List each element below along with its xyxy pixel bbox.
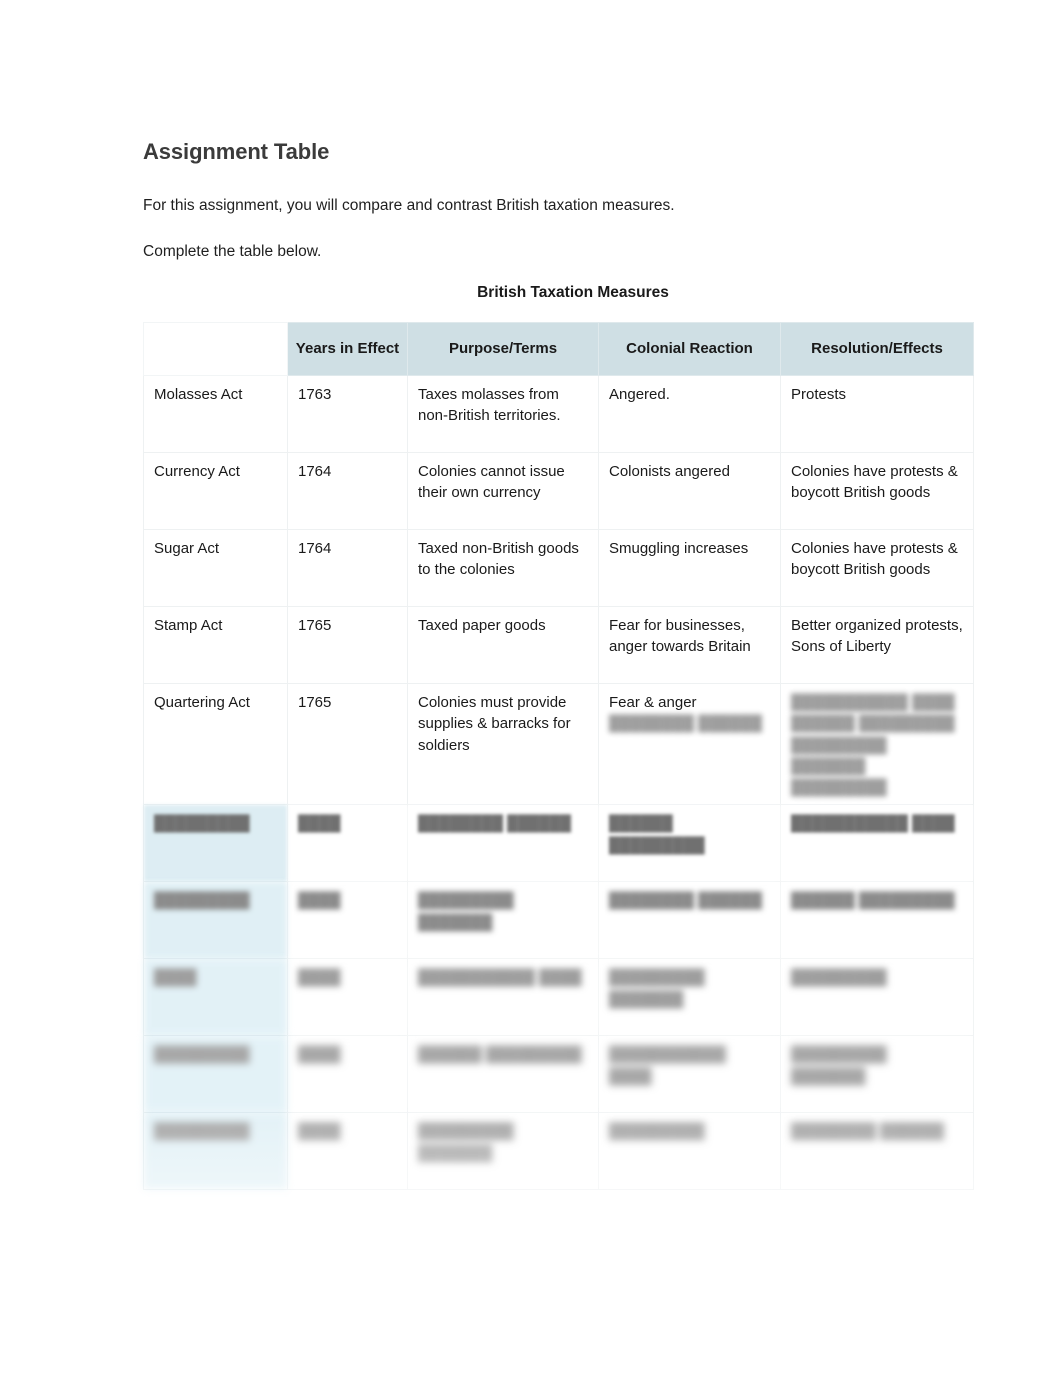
cell-years-obscured: ████ [287,804,408,883]
row-label-sugar-act: Sugar Act [143,529,288,607]
cell-purpose-obscured: ███████████ ████ [407,958,599,1037]
cell-reaction-obscured: ███████████ ████ [598,1035,781,1114]
document-body: Assignment Table For this assignment, yo… [143,139,973,316]
table-row: Molasses Act 1763 Taxes molasses from no… [143,375,974,453]
cell-purpose-obscured: █████████ ███████ [407,881,599,960]
cell-purpose-obscured: █████████ ███████ [407,1112,599,1191]
cell-resolution[interactable]: Colonies have protests & boycott British… [780,452,974,530]
table-row-obscured: █████████ ████ ██████ █████████ ████████… [143,1035,974,1114]
cell-resolution-obscured-line-2: ██████ █████████ [791,715,955,733]
cell-reaction-obscured: ████████ ██████ [598,881,781,960]
row-label-stamp-act: Stamp Act [143,606,288,684]
cell-years-obscured: ████ [287,1112,408,1191]
cell-reaction-obscured: ████████ ██████ [609,715,762,733]
table-row: Currency Act 1764 Colonies cannot issue … [143,452,974,530]
row-label-obscured: █████████ [143,804,288,883]
table-row-obscured: █████████ ████ █████████ ███████ ███████… [143,881,974,960]
cell-resolution[interactable]: ███████████ ████ ██████ █████████ ██████… [780,682,974,806]
cell-resolution[interactable]: Colonies have protests & boycott British… [780,529,974,607]
table-row-obscured: █████████ ████ █████████ ███████ ███████… [143,1112,974,1191]
table-row-obscured: ████ ████ ███████████ ████ █████████ ███… [143,958,974,1037]
cell-years: 1764 [287,452,408,530]
cell-purpose-obscured: ████████ ██████ [407,804,599,883]
intro-paragraph: For this assignment, you will compare an… [143,197,675,215]
cell-resolution-obscured: █████████ ███████ [780,1035,974,1114]
cell-years-obscured: ████ [287,881,408,960]
cell-reaction[interactable]: Angered. [598,375,781,453]
table-row: Quartering Act 1765 Colonies must provid… [143,682,974,806]
row-label-obscured: ████ [143,958,288,1037]
row-label-molasses-act: Molasses Act [143,375,288,453]
row-label-obscured: █████████ [143,881,288,960]
cell-reaction-obscured: █████████ ███████ [598,958,781,1037]
cell-resolution-obscured: █████████ [780,958,974,1037]
document-page: Assignment Table For this assignment, yo… [0,0,1062,1380]
cell-purpose[interactable]: Colonies cannot issue their own currency [407,452,599,530]
header-cell-resolution: Resolution/Effects [780,322,974,376]
cell-purpose[interactable]: Colonies must provide supplies & barrack… [407,682,599,806]
cell-years: 1765 [287,682,408,806]
header-cell-purpose: Purpose/Terms [407,322,599,376]
cell-resolution-obscured-line-4: █████████ [791,779,887,797]
cell-resolution-obscured: ██████ █████████ [780,881,974,960]
cell-resolution-obscured-line-3: █████████ ███████ [791,736,887,775]
cell-purpose-obscured: ██████ █████████ [407,1035,599,1114]
british-taxation-measures-table: Years in Effect Purpose/Terms Colonial R… [143,322,974,1191]
instruction-paragraph: Complete the table below. [143,243,322,261]
cell-purpose[interactable]: Taxed paper goods [407,606,599,684]
cell-reaction[interactable]: Fear for businesses, anger towards Brita… [598,606,781,684]
cell-reaction[interactable]: Colonists angered [598,452,781,530]
table-row: Sugar Act 1764 Taxed non-British goods t… [143,529,974,607]
table-row-obscured: █████████ ████ ████████ ██████ ██████ ██… [143,804,974,883]
cell-years-obscured: ████ [287,958,408,1037]
page-title: Assignment Table [143,139,330,164]
cell-resolution-obscured-line-1: ███████████ ████ [791,694,955,711]
cell-resolution[interactable]: Protests [780,375,974,453]
cell-resolution-obscured: ███████████ ████ [780,804,974,883]
row-label-currency-act: Currency Act [143,452,288,530]
cell-reaction[interactable]: Fear & anger ████████ ██████ [598,682,781,806]
cell-resolution[interactable]: Better organized protests, Sons of Liber… [780,606,974,684]
header-cell-years: Years in Effect [287,322,408,376]
cell-years: 1763 [287,375,408,453]
cell-reaction[interactable]: Smuggling increases [598,529,781,607]
table-caption: British Taxation Measures [477,284,669,302]
header-cell-reaction: Colonial Reaction [598,322,781,376]
cell-reaction-text: Fear & anger [609,694,697,711]
cell-purpose[interactable]: Taxed non-British goods to the colonies [407,529,599,607]
taxation-table-container: Years in Effect Purpose/Terms Colonial R… [143,322,974,1191]
cell-reaction-obscured: █████████ [598,1112,781,1191]
cell-purpose[interactable]: Taxes molasses from non-British territor… [407,375,599,453]
row-label-quartering-act: Quartering Act [143,682,288,806]
row-label-obscured: █████████ [143,1035,288,1114]
row-label-obscured: █████████ [143,1112,288,1191]
header-cell-act [143,322,288,376]
table-row: Stamp Act 1765 Taxed paper goods Fear fo… [143,606,974,684]
cell-resolution-obscured: ████████ ██████ [780,1112,974,1191]
cell-years: 1764 [287,529,408,607]
cell-years: 1765 [287,606,408,684]
table-header-row: Years in Effect Purpose/Terms Colonial R… [143,322,974,376]
cell-reaction-obscured: ██████ █████████ [598,804,781,883]
cell-years-obscured: ████ [287,1035,408,1114]
